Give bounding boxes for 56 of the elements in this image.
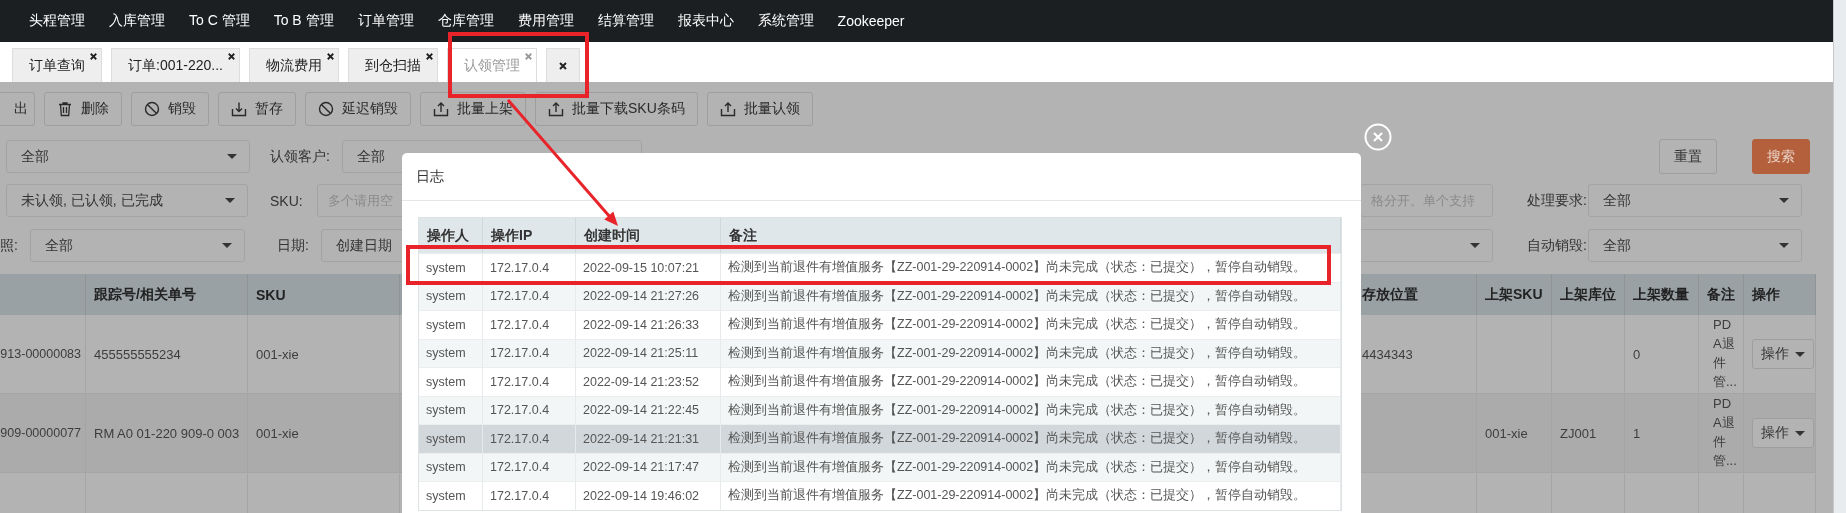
table-cell: 172.17.0.4 (483, 481, 576, 510)
dialog-title: 日志 (402, 153, 1361, 201)
table-cell: 2022-09-14 21:22:45 (576, 395, 721, 424)
table-cell: 172.17.0.4 (483, 310, 576, 339)
table-cell-text: PDA退件管... (1712, 395, 1738, 470)
table-cell: 455555555234 (94, 346, 181, 362)
field-label: 自动销毁: (1527, 236, 1588, 255)
field-label: 照: (0, 236, 18, 255)
table-cell: 0 (1633, 346, 1641, 362)
table-cell: 1 (1633, 425, 1641, 441)
table-cell: ZJ001 (1560, 425, 1597, 441)
table-cell: 001-xie (1485, 425, 1528, 441)
table-cell: system (419, 452, 483, 481)
table-cell: 4434343 (1362, 346, 1413, 362)
table-cell: 172.17.0.4 (483, 452, 576, 481)
table-cell: system (419, 481, 483, 510)
table-cell: 检测到当前退件有增值服务【ZZ-001-29-220914-0002】尚未完成（状态：已提交），暂停自动销毁。 (721, 338, 1341, 367)
table-cell: 172.17.0.4 (483, 367, 576, 396)
column-header: 上架数量 (1633, 285, 1689, 304)
table-cell: 2022-09-14 21:17:47 (576, 452, 721, 481)
field-label: 日期: (276, 236, 309, 255)
table-cell: system (419, 424, 483, 453)
table-cell: 检测到当前退件有增值服务【ZZ-001-29-220914-0002】尚未完成（状态：已提交），暂停自动销毁。 (721, 367, 1341, 396)
table-cell: 172.17.0.4 (483, 424, 576, 453)
table-cell: 检测到当前退件有增值服务【ZZ-001-29-220914-0002】尚未完成（状态：已提交），暂停自动销毁。 (721, 395, 1341, 424)
table-cell: 913-00000083 (0, 347, 81, 361)
table-cell: 检测到当前退件有增值服务【ZZ-001-29-220914-0002】尚未完成（状态：已提交），暂停自动销毁。 (721, 424, 1341, 453)
table-cell: 172.17.0.4 (483, 395, 576, 424)
table-cell: 2022-09-14 21:21:31 (576, 424, 721, 453)
table-cell: 2022-09-14 21:25:11 (576, 338, 721, 367)
table-cell: system (419, 338, 483, 367)
column-header: SKU (256, 286, 286, 303)
column-header: 跟踪号/相关单号 (94, 285, 196, 304)
table-cell: 检测到当前退件有增值服务【ZZ-001-29-220914-0002】尚未完成（状态：已提交），暂停自动销毁。 (721, 452, 1341, 481)
table-cell: 检测到当前退件有增值服务【ZZ-001-29-220914-0002】尚未完成（状态：已提交），暂停自动销毁。 (721, 310, 1341, 339)
column-header: 上架SKU (1485, 285, 1543, 304)
table-cell: system (419, 310, 483, 339)
field-label: 认领客户: (270, 147, 330, 166)
column-header: 备注 (1707, 285, 1735, 304)
table-cell: RM A0 01-220 909-0 003 (94, 425, 240, 441)
table-cell: 909-00000077 (0, 426, 81, 440)
column-header: 操作 (1752, 285, 1780, 304)
table-cell: 2022-09-14 19:46:02 (576, 481, 721, 510)
field-label: SKU: (270, 192, 303, 209)
table-cell: system (419, 395, 483, 424)
table-cell: 001-xie (256, 425, 299, 441)
table-cell: 检测到当前退件有增值服务【ZZ-001-29-220914-0002】尚未完成（状态：已提交），暂停自动销毁。 (721, 481, 1341, 510)
table-cell: 2022-09-14 21:23:52 (576, 367, 721, 396)
table-cell: 001-xie (256, 346, 299, 362)
column-header: 上架库位 (1560, 285, 1616, 304)
table-cell: 2022-09-14 21:26:33 (576, 310, 721, 339)
table-cell-text: PDA退件管... (1712, 316, 1738, 391)
table-cell: system (419, 367, 483, 396)
column-header: 存放位置 (1362, 285, 1418, 304)
field-label: 处理要求: (1527, 191, 1588, 210)
table-cell: 172.17.0.4 (483, 338, 576, 367)
